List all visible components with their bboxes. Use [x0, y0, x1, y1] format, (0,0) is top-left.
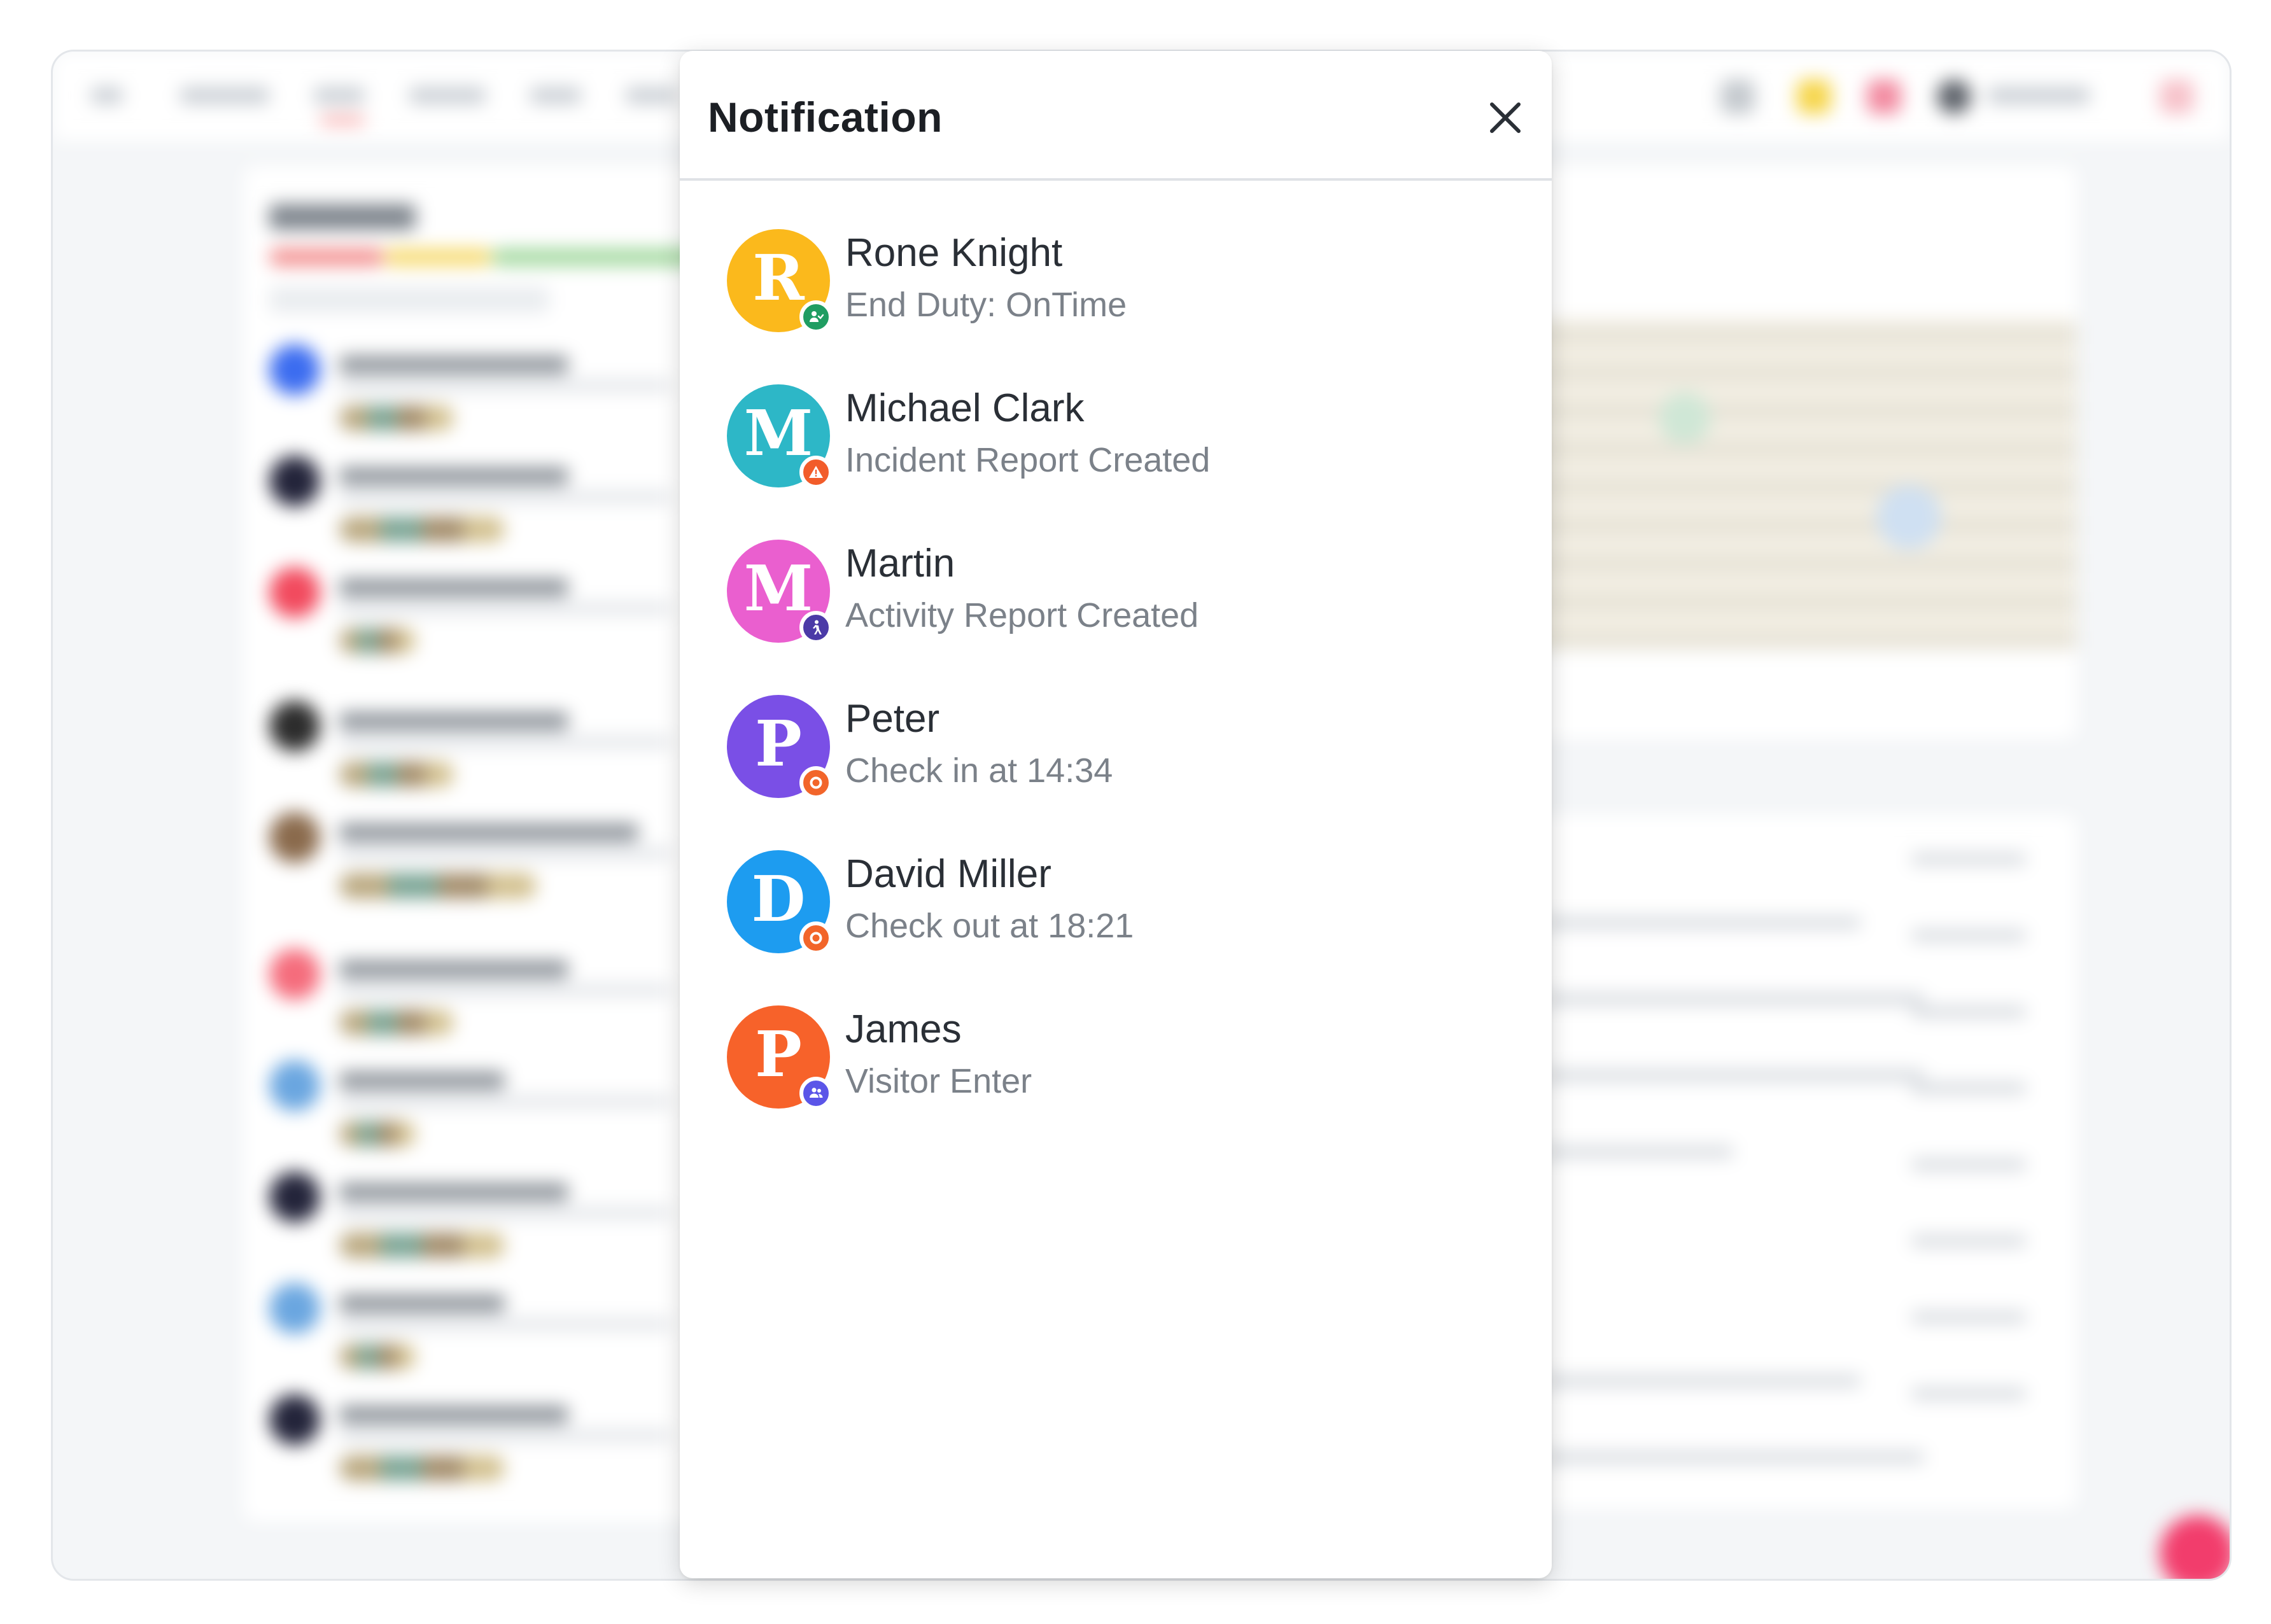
- modal-header: Notification: [680, 51, 1552, 181]
- close-button[interactable]: [1483, 95, 1528, 140]
- notification-name: Rone Knight: [845, 231, 1063, 275]
- background-progress-red: [269, 249, 384, 265]
- background-list-row: [244, 344, 702, 440]
- background-list-row: [244, 1060, 702, 1156]
- background-notification-icon: [1797, 80, 1831, 114]
- background-fab-button: [2160, 1515, 2230, 1579]
- ring-icon: [799, 766, 833, 799]
- close-icon: [1490, 102, 1521, 133]
- background-list-row: [244, 701, 702, 796]
- notification-description: Check out at 18:21: [845, 907, 1134, 945]
- user-clock-icon: [799, 300, 833, 333]
- notification-description: Activity Report Created: [845, 596, 1199, 634]
- background-nav-item: [409, 87, 486, 104]
- background-avatar: [1937, 80, 1971, 114]
- background-nav-item: [180, 87, 269, 104]
- background-progress-yellow: [384, 249, 492, 265]
- person-walk-icon: [799, 611, 833, 644]
- avatar-letter: R: [752, 241, 805, 315]
- background-list-row: [244, 812, 702, 907]
- notification-description: Incident Report Created: [845, 441, 1211, 479]
- background-panel-title: [269, 204, 416, 230]
- background-exit-icon: [2160, 80, 2194, 114]
- avatar-letter: P: [755, 1018, 802, 1091]
- avatar-letter: M: [743, 396, 813, 470]
- notification-name: James: [845, 1007, 962, 1051]
- background-search: [269, 287, 549, 312]
- background-list-row: [244, 1172, 702, 1267]
- notification-item[interactable]: P James Visitor Enter: [680, 1005, 1552, 1161]
- ring-icon: [799, 921, 833, 955]
- notification-modal: Notification R Rone Knight End Duty: OnT…: [680, 51, 1552, 1578]
- avatar-letter: D: [751, 862, 806, 936]
- notification-item[interactable]: R Rone Knight End Duty: OnTime: [680, 229, 1552, 384]
- background-search-icon: [1720, 80, 1755, 114]
- background-left-panel: [244, 166, 702, 1522]
- notification-list: R Rone Knight End Duty: OnTime M Michael…: [680, 229, 1552, 1161]
- background-nav-item: [626, 87, 677, 104]
- notification-name: Martin: [845, 542, 955, 585]
- background-list-row: [244, 1394, 702, 1490]
- visitors-icon: [799, 1077, 833, 1110]
- background-nav-item: [530, 87, 581, 104]
- background-progress-green: [492, 249, 702, 265]
- background-list-row: [244, 949, 702, 1044]
- notification-description: End Duty: OnTime: [845, 286, 1127, 324]
- notification-item[interactable]: D David Miller Check out at 18:21: [680, 850, 1552, 1005]
- notification-item[interactable]: M Michael Clark Incident Report Created: [680, 384, 1552, 540]
- background-list-row: [244, 1283, 702, 1378]
- notification-item[interactable]: M Martin Activity Report Created: [680, 540, 1552, 695]
- background-alert-icon: [1867, 80, 1901, 114]
- notification-name: David Miller: [845, 852, 1051, 896]
- avatar-letter: P: [755, 707, 802, 781]
- notification-item[interactable]: P Peter Check in at 14:34: [680, 695, 1552, 850]
- warning-icon: [799, 456, 833, 489]
- notification-description: Visitor Enter: [845, 1062, 1032, 1100]
- notification-name: Michael Clark: [845, 386, 1085, 430]
- background-list-row: [244, 567, 702, 662]
- background-nav-item: [314, 87, 365, 104]
- background-list-row: [244, 456, 702, 551]
- notification-description: Check in at 14:34: [845, 752, 1113, 790]
- background-user-name: [1988, 87, 2090, 104]
- background-map: [1517, 319, 2077, 650]
- notification-name: Peter: [845, 697, 940, 741]
- background-menu-icon: [91, 87, 123, 104]
- background-activity-list: [1517, 815, 2077, 1509]
- modal-title: Notification: [708, 94, 943, 141]
- avatar-letter: M: [743, 552, 813, 626]
- background-nav-active: [320, 118, 365, 123]
